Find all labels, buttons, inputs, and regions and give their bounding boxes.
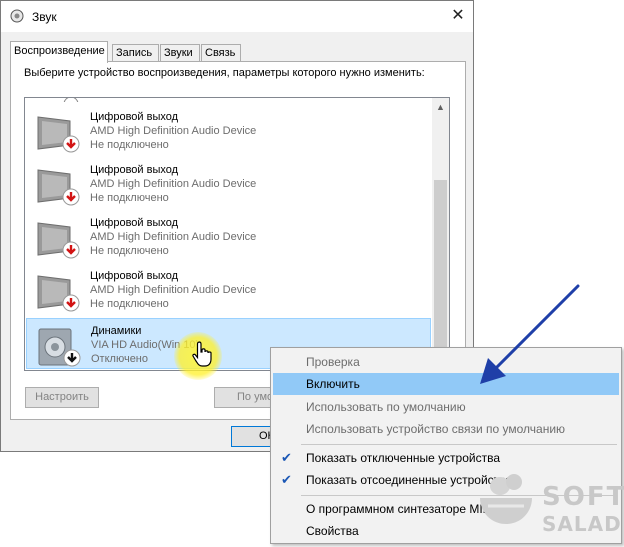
device-list[interactable]: Цифровой выход AMD High Definition Audio… [24,97,450,371]
speaker-app-icon [10,9,24,23]
tab-recording[interactable]: Запись [112,44,159,62]
scroll-thumb[interactable] [434,180,447,364]
menu-item-label: Проверка [306,355,360,369]
watermark-text-bottom: SALAD [542,512,622,536]
device-driver: AMD High Definition Audio Device [90,125,257,137]
device-driver: AMD High Definition Audio Device [90,231,257,243]
scroll-up-icon[interactable]: ▲ [436,102,445,112]
menu-item-label: Включить [306,377,360,391]
device-item[interactable]: Цифровой выход AMD High Definition Audio… [26,211,431,262]
list-scrollbar[interactable]: ▲ [432,98,449,370]
device-name: Динамики [91,325,142,337]
menu-item-label: Использовать устройство связи по умолчан… [306,422,566,436]
watermark-text-top: SOFT [542,482,624,512]
menu-item-label: Использовать по умолчанию [306,400,466,414]
window-title: Звук [32,10,57,24]
device-item[interactable]: Цифровой выход AMD High Definition Audio… [26,105,431,156]
device-item[interactable]: Цифровой выход AMD High Definition Audio… [26,158,431,209]
device-status: Не подключено [90,192,169,204]
close-icon: ✕ [451,7,465,24]
menu-item-label: О программном синтезаторе MIDI [306,502,495,516]
device-name: Цифровой выход [90,164,179,176]
tab-playback[interactable]: Воспроизведение [10,41,108,63]
device-icon [63,98,79,102]
device-status: Не подключено [90,245,169,257]
annotation-arrow-icon [480,284,580,384]
tab-sounds[interactable]: Звуки [160,44,200,62]
device-status: Не подключено [90,139,169,151]
hand-cursor-icon [192,341,212,367]
monitor-icon [37,275,80,312]
device-partial [26,98,431,105]
device-name: Цифровой выход [90,217,179,229]
device-driver: AMD High Definition Audio Device [90,284,257,296]
monitor-icon [37,169,80,206]
configure-button[interactable]: Настроить [25,387,99,408]
menu-item-label: Свойства [306,524,359,538]
device-name: Цифровой выход [90,270,179,282]
menu-item-show-disabled[interactable]: ✔ Показать отключенные устройства [273,447,619,469]
device-status: Не подключено [90,298,169,310]
instruction-text: Выберите устройство воспроизведения, пар… [24,67,425,79]
salad-bowl-logo-icon [480,474,532,524]
device-item[interactable]: Цифровой выход AMD High Definition Audio… [26,264,431,315]
menu-separator [301,444,617,445]
speaker-icon [38,328,81,367]
device-name: Цифровой выход [90,111,179,123]
title-bar: Звук ✕ [1,1,473,32]
softsalad-watermark: SOFT SALAD [474,468,624,538]
tab-communications[interactable]: Связь [201,44,241,62]
device-driver: AMD High Definition Audio Device [90,178,257,190]
checkmark-icon: ✔ [281,450,292,465]
monitor-icon [37,116,80,153]
device-status: Отключено [91,353,148,365]
menu-item-set-default-comm[interactable]: Использовать устройство связи по умолчан… [273,418,619,440]
menu-item-label: Показать отключенные устройства [306,451,501,465]
checkmark-icon: ✔ [281,472,292,487]
menu-item-set-default[interactable]: Использовать по умолчанию [273,396,619,418]
close-button[interactable]: ✕ [445,4,471,28]
monitor-icon [37,222,80,259]
